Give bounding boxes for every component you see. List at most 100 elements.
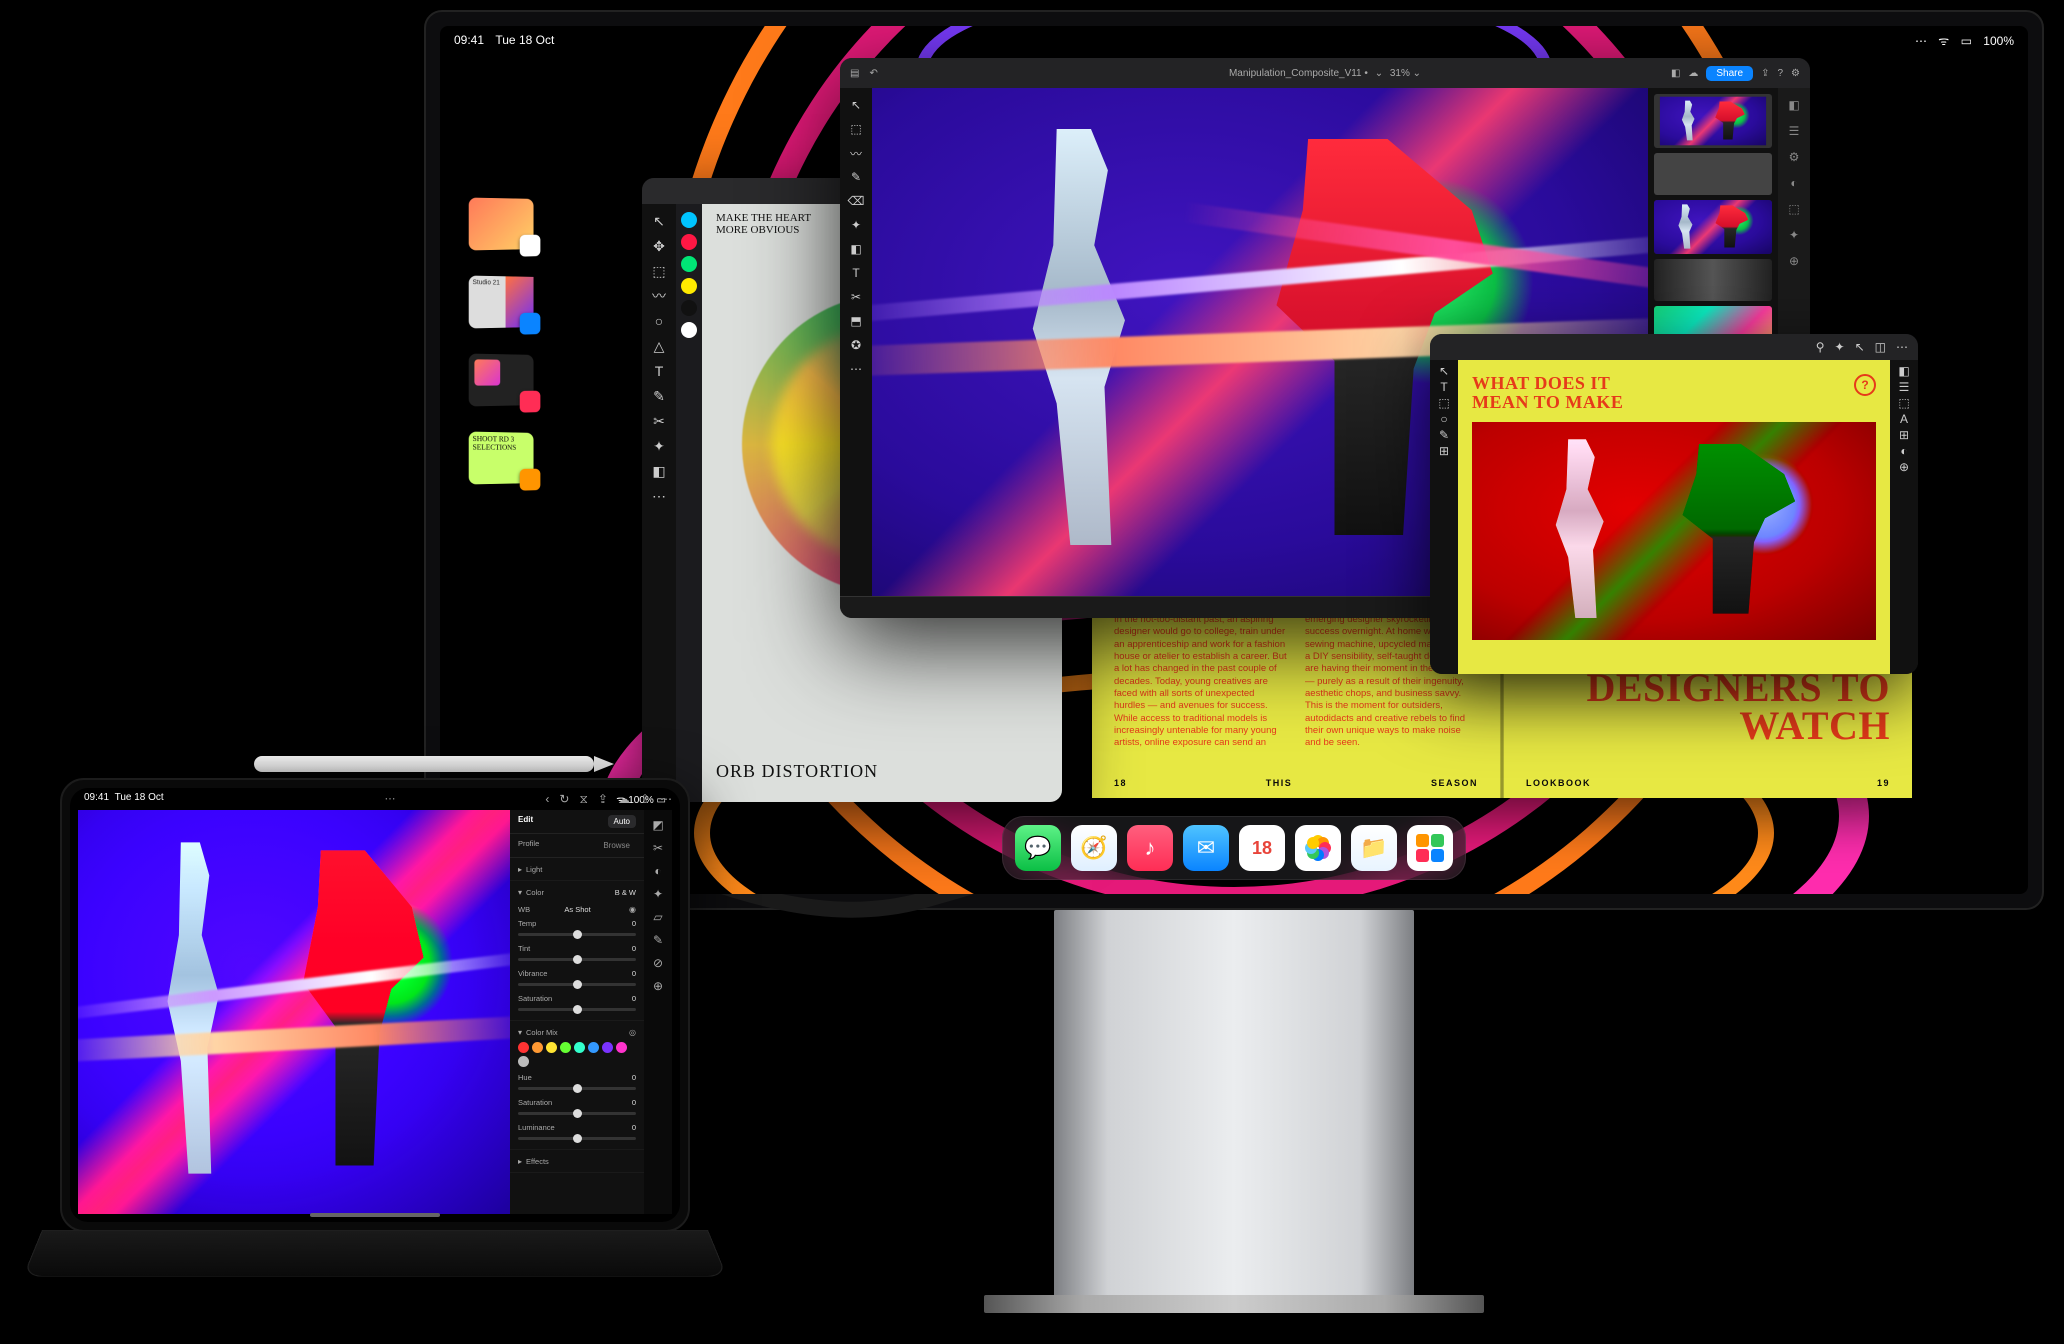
develop-canvas[interactable] [78, 810, 510, 1214]
layer-thumbnail[interactable] [1654, 94, 1772, 148]
slider-track[interactable] [518, 1137, 636, 1140]
cloud-icon[interactable]: ☁ [1688, 68, 1698, 79]
chevron-down-icon[interactable]: ⌄ [1413, 68, 1421, 79]
undo-icon[interactable]: ↶ [869, 68, 877, 79]
publisher-page[interactable]: WHAT DOES IT MEAN TO MAKE ? [1458, 360, 1890, 674]
table-tool-icon[interactable]: ⊞ [1439, 444, 1449, 458]
slider-track[interactable] [518, 1087, 636, 1090]
crop-tool-icon[interactable]: ✂ [648, 410, 670, 432]
gradient-tool-icon[interactable]: ◧ [845, 238, 867, 260]
redo-icon[interactable]: ↻ [559, 792, 569, 807]
clone-tool-icon[interactable]: ✦ [845, 214, 867, 236]
dock-files[interactable]: 📁 [1351, 825, 1397, 871]
shape-tool-icon[interactable]: ⬒ [845, 310, 867, 332]
pointer-icon[interactable]: ↖ [1855, 340, 1865, 354]
stage-item-note[interactable]: SHOOT RD 3 SELECTIONS [469, 432, 534, 485]
frame-tool-icon[interactable]: ⬚ [1438, 396, 1449, 410]
text-tool-icon[interactable]: T [648, 360, 670, 382]
colormix-swatch[interactable] [532, 1042, 543, 1053]
export-icon[interactable]: ⇪ [598, 792, 608, 807]
dock-calendar[interactable]: 18 [1239, 825, 1285, 871]
stage-item-music[interactable] [469, 354, 534, 407]
more-icon[interactable]: ⋯ [1896, 340, 1908, 354]
expand-icon[interactable]: ▾ [518, 1028, 522, 1037]
panel-toggle-icon[interactable]: ◧ [1783, 94, 1805, 116]
pencil-tool-icon[interactable]: ✎ [648, 385, 670, 407]
slider-knob[interactable] [573, 955, 582, 964]
detail-icon[interactable]: ✎ [649, 931, 667, 949]
expand-icon[interactable]: ▸ [518, 865, 522, 874]
move-tool-icon[interactable]: ↖ [1439, 364, 1449, 378]
layer-thumbnail[interactable] [1654, 153, 1772, 195]
share-button[interactable]: Share [1706, 66, 1753, 81]
paragraph-icon[interactable]: ☰ [1899, 380, 1910, 394]
heal-tool-icon[interactable]: ✪ [845, 334, 867, 356]
panel-icon[interactable]: ◧ [1898, 364, 1909, 378]
layer-thumbnail[interactable] [1654, 200, 1772, 254]
stage-manager-strip[interactable]: Studio 21 SHOOT RD 3 SELECTIONS [466, 196, 556, 508]
publisher-titlebar[interactable]: ⚲ ✦ ↖ ◫ ⋯ [1430, 334, 1918, 360]
bw-toggle[interactable]: B & W [615, 888, 636, 897]
adjust-icon[interactable]: ⚙ [1783, 146, 1805, 168]
photo-titlebar[interactable]: ▤ ↶ Manipulation_Composite_V11 • ⌄ 31% ⌄… [840, 58, 1810, 88]
slider-track[interactable] [518, 958, 636, 961]
pen-curve-icon[interactable]: 〰 [648, 285, 670, 307]
tab-auto[interactable]: Auto [608, 815, 636, 828]
share-icon[interactable]: ⇧ [640, 792, 650, 807]
help-icon[interactable]: ? [1777, 68, 1783, 79]
slider-knob[interactable] [573, 930, 582, 939]
search-icon[interactable]: ⚲ [1816, 340, 1825, 354]
settings-icon[interactable]: ⚙ [1791, 68, 1800, 79]
ellipse-tool-icon[interactable]: ○ [648, 310, 670, 332]
move-tool-icon[interactable]: ↖ [845, 94, 867, 116]
text-tool-icon[interactable]: T [1440, 380, 1447, 394]
slider-track[interactable] [518, 983, 636, 986]
colormix-label[interactable]: Color Mix [526, 1028, 629, 1037]
layers-icon[interactable]: ◧ [1671, 68, 1680, 79]
section-color[interactable]: Color [526, 888, 615, 897]
swatch[interactable] [681, 256, 697, 272]
colormix-swatch[interactable] [602, 1042, 613, 1053]
add-icon[interactable]: ⊕ [1783, 250, 1805, 272]
colormix-swatch[interactable] [588, 1042, 599, 1053]
dropper-icon[interactable]: ◉ [629, 905, 636, 914]
list-icon[interactable]: ☰ [1783, 120, 1805, 142]
stage-item-doc[interactable]: Studio 21 [469, 276, 534, 329]
erase-tool-icon[interactable]: ⌫ [845, 190, 867, 212]
slider-knob[interactable] [573, 1109, 582, 1118]
export-icon[interactable]: ⇪ [1761, 68, 1769, 79]
sidebar-toggle-icon[interactable]: ▤ [850, 68, 859, 79]
crop-tool-icon[interactable]: ✂ [845, 286, 867, 308]
colormix-swatch[interactable] [546, 1042, 557, 1053]
stage-item-photos[interactable] [469, 198, 534, 251]
frame-icon[interactable]: ⬚ [1898, 396, 1909, 410]
slider-track[interactable] [518, 1112, 636, 1115]
more-icon[interactable]: ⋯ [660, 792, 672, 807]
dock-messages[interactable]: 💬 [1015, 825, 1061, 871]
expand-icon[interactable]: ▾ [518, 888, 522, 897]
dock-mail[interactable]: ✉ [1183, 825, 1229, 871]
slider-knob[interactable] [573, 1134, 582, 1143]
slider-track[interactable] [518, 1008, 636, 1011]
color-icon[interactable]: ◐ [1900, 444, 1907, 458]
tab-browse[interactable]: Browse [597, 839, 636, 852]
expand-icon[interactable]: ▸ [518, 1157, 522, 1166]
zoom-level[interactable]: 31% [1390, 68, 1410, 79]
mask-icon[interactable]: ◐ [649, 862, 667, 880]
slider-knob[interactable] [573, 1084, 582, 1093]
layer-thumbnail[interactable] [1654, 259, 1772, 301]
crop-icon[interactable]: ◩ [649, 816, 667, 834]
slider-knob[interactable] [573, 1005, 582, 1014]
section-light[interactable]: Light [526, 865, 636, 874]
ellipse-tool-icon[interactable]: ○ [1440, 412, 1447, 426]
colormix-swatch[interactable] [518, 1056, 529, 1067]
history-icon[interactable]: ⧖ [579, 792, 587, 807]
presets-icon[interactable]: ⊕ [649, 977, 667, 995]
pen-tool-icon[interactable]: ✎ [1439, 428, 1449, 442]
fill-tool-icon[interactable]: ◧ [648, 460, 670, 482]
magic-icon[interactable]: ✦ [1835, 340, 1845, 354]
cloud-icon[interactable]: ☁ [618, 792, 630, 807]
section-effects[interactable]: Effects [526, 1157, 636, 1166]
more-icon[interactable]: ⋯ [845, 358, 867, 380]
colormix-swatch[interactable] [560, 1042, 571, 1053]
